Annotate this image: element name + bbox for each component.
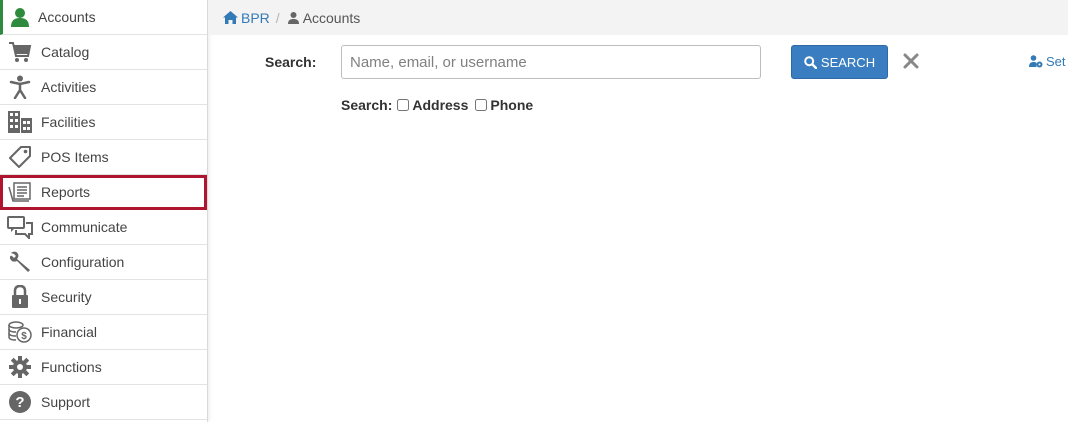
chat-icon bbox=[6, 213, 34, 241]
close-icon bbox=[903, 53, 919, 69]
search-icon bbox=[804, 55, 817, 69]
person-icon bbox=[6, 3, 34, 31]
home-icon bbox=[223, 11, 238, 24]
cart-icon bbox=[6, 38, 34, 66]
coins-icon: $ bbox=[6, 318, 34, 346]
svg-text:?: ? bbox=[15, 394, 24, 411]
building-icon bbox=[6, 108, 34, 136]
search-input[interactable] bbox=[341, 45, 761, 79]
sidebar-item-label: Communicate bbox=[41, 219, 128, 235]
svg-text:$: $ bbox=[21, 331, 27, 342]
wrench-icon bbox=[6, 248, 34, 276]
question-icon: ? bbox=[6, 388, 34, 416]
breadcrumb-home-link[interactable]: BPR bbox=[223, 10, 270, 26]
user-settings-icon bbox=[1029, 55, 1043, 68]
search-button-label: SEARCH bbox=[820, 54, 876, 70]
search-button[interactable]: SEARCH bbox=[791, 45, 888, 79]
sidebar-item-pos-items[interactable]: POS Items bbox=[0, 140, 207, 175]
phone-checkbox[interactable] bbox=[475, 99, 488, 111]
sidebar-item-label: Catalog bbox=[41, 44, 90, 60]
sidebar-item-support[interactable]: ? Support bbox=[0, 385, 207, 420]
sidebar-item-communicate[interactable]: Communicate bbox=[0, 210, 207, 245]
sidebar-item-label: Accounts bbox=[38, 9, 96, 25]
sidebar-item-catalog[interactable]: Catalog bbox=[0, 35, 207, 70]
sidebar-item-label: Activities bbox=[41, 79, 97, 95]
search-options-label: Search: bbox=[341, 97, 393, 113]
sidebar-item-security[interactable]: Security bbox=[0, 280, 207, 315]
breadcrumb: BPR / Accounts bbox=[208, 0, 1068, 35]
sidebar-nav: Accounts Catalog Activities Facilities P… bbox=[0, 0, 208, 422]
sidebar-item-label: Reports bbox=[41, 184, 91, 200]
person-icon bbox=[287, 11, 299, 24]
phone-checkbox-label: Phone bbox=[490, 97, 534, 113]
sidebar-item-label: Support bbox=[41, 394, 91, 410]
sidebar-item-facilities[interactable]: Facilities bbox=[0, 105, 207, 140]
sidebar-item-accounts[interactable]: Accounts bbox=[0, 0, 207, 35]
breadcrumb-home-label: BPR bbox=[241, 9, 270, 26]
sidebar-item-financial[interactable]: $ Financial bbox=[0, 315, 207, 350]
address-checkbox[interactable] bbox=[397, 99, 410, 111]
search-label: Search: bbox=[265, 54, 317, 70]
tag-icon bbox=[6, 143, 34, 171]
clear-search-button[interactable] bbox=[902, 52, 920, 70]
activity-person-icon bbox=[6, 73, 34, 101]
breadcrumb-current: Accounts bbox=[287, 9, 361, 26]
sidebar-item-label: POS Items bbox=[41, 149, 109, 165]
reports-icon bbox=[6, 178, 34, 206]
address-checkbox-label: Address bbox=[412, 97, 469, 113]
sidebar-item-label: Security bbox=[41, 289, 92, 305]
sidebar-item-label: Financial bbox=[41, 324, 98, 340]
breadcrumb-current-label: Accounts bbox=[302, 9, 361, 26]
sidebar-item-label: Configuration bbox=[41, 254, 125, 270]
breadcrumb-separator: / bbox=[275, 9, 280, 26]
search-settings-link[interactable]: Set bbox=[1029, 54, 1066, 69]
lock-icon bbox=[6, 283, 34, 311]
search-settings-label: Set bbox=[1046, 54, 1066, 69]
sidebar-item-configuration[interactable]: Configuration bbox=[0, 245, 207, 280]
sidebar-item-activities[interactable]: Activities bbox=[0, 70, 207, 105]
gear-icon bbox=[6, 353, 34, 381]
search-options: Search: Address Phone bbox=[341, 97, 535, 113]
sidebar-item-reports[interactable]: Reports bbox=[0, 175, 207, 210]
sidebar-item-label: Facilities bbox=[41, 114, 96, 130]
sidebar-item-functions[interactable]: Functions bbox=[0, 350, 207, 385]
sidebar-item-label: Functions bbox=[41, 359, 102, 375]
